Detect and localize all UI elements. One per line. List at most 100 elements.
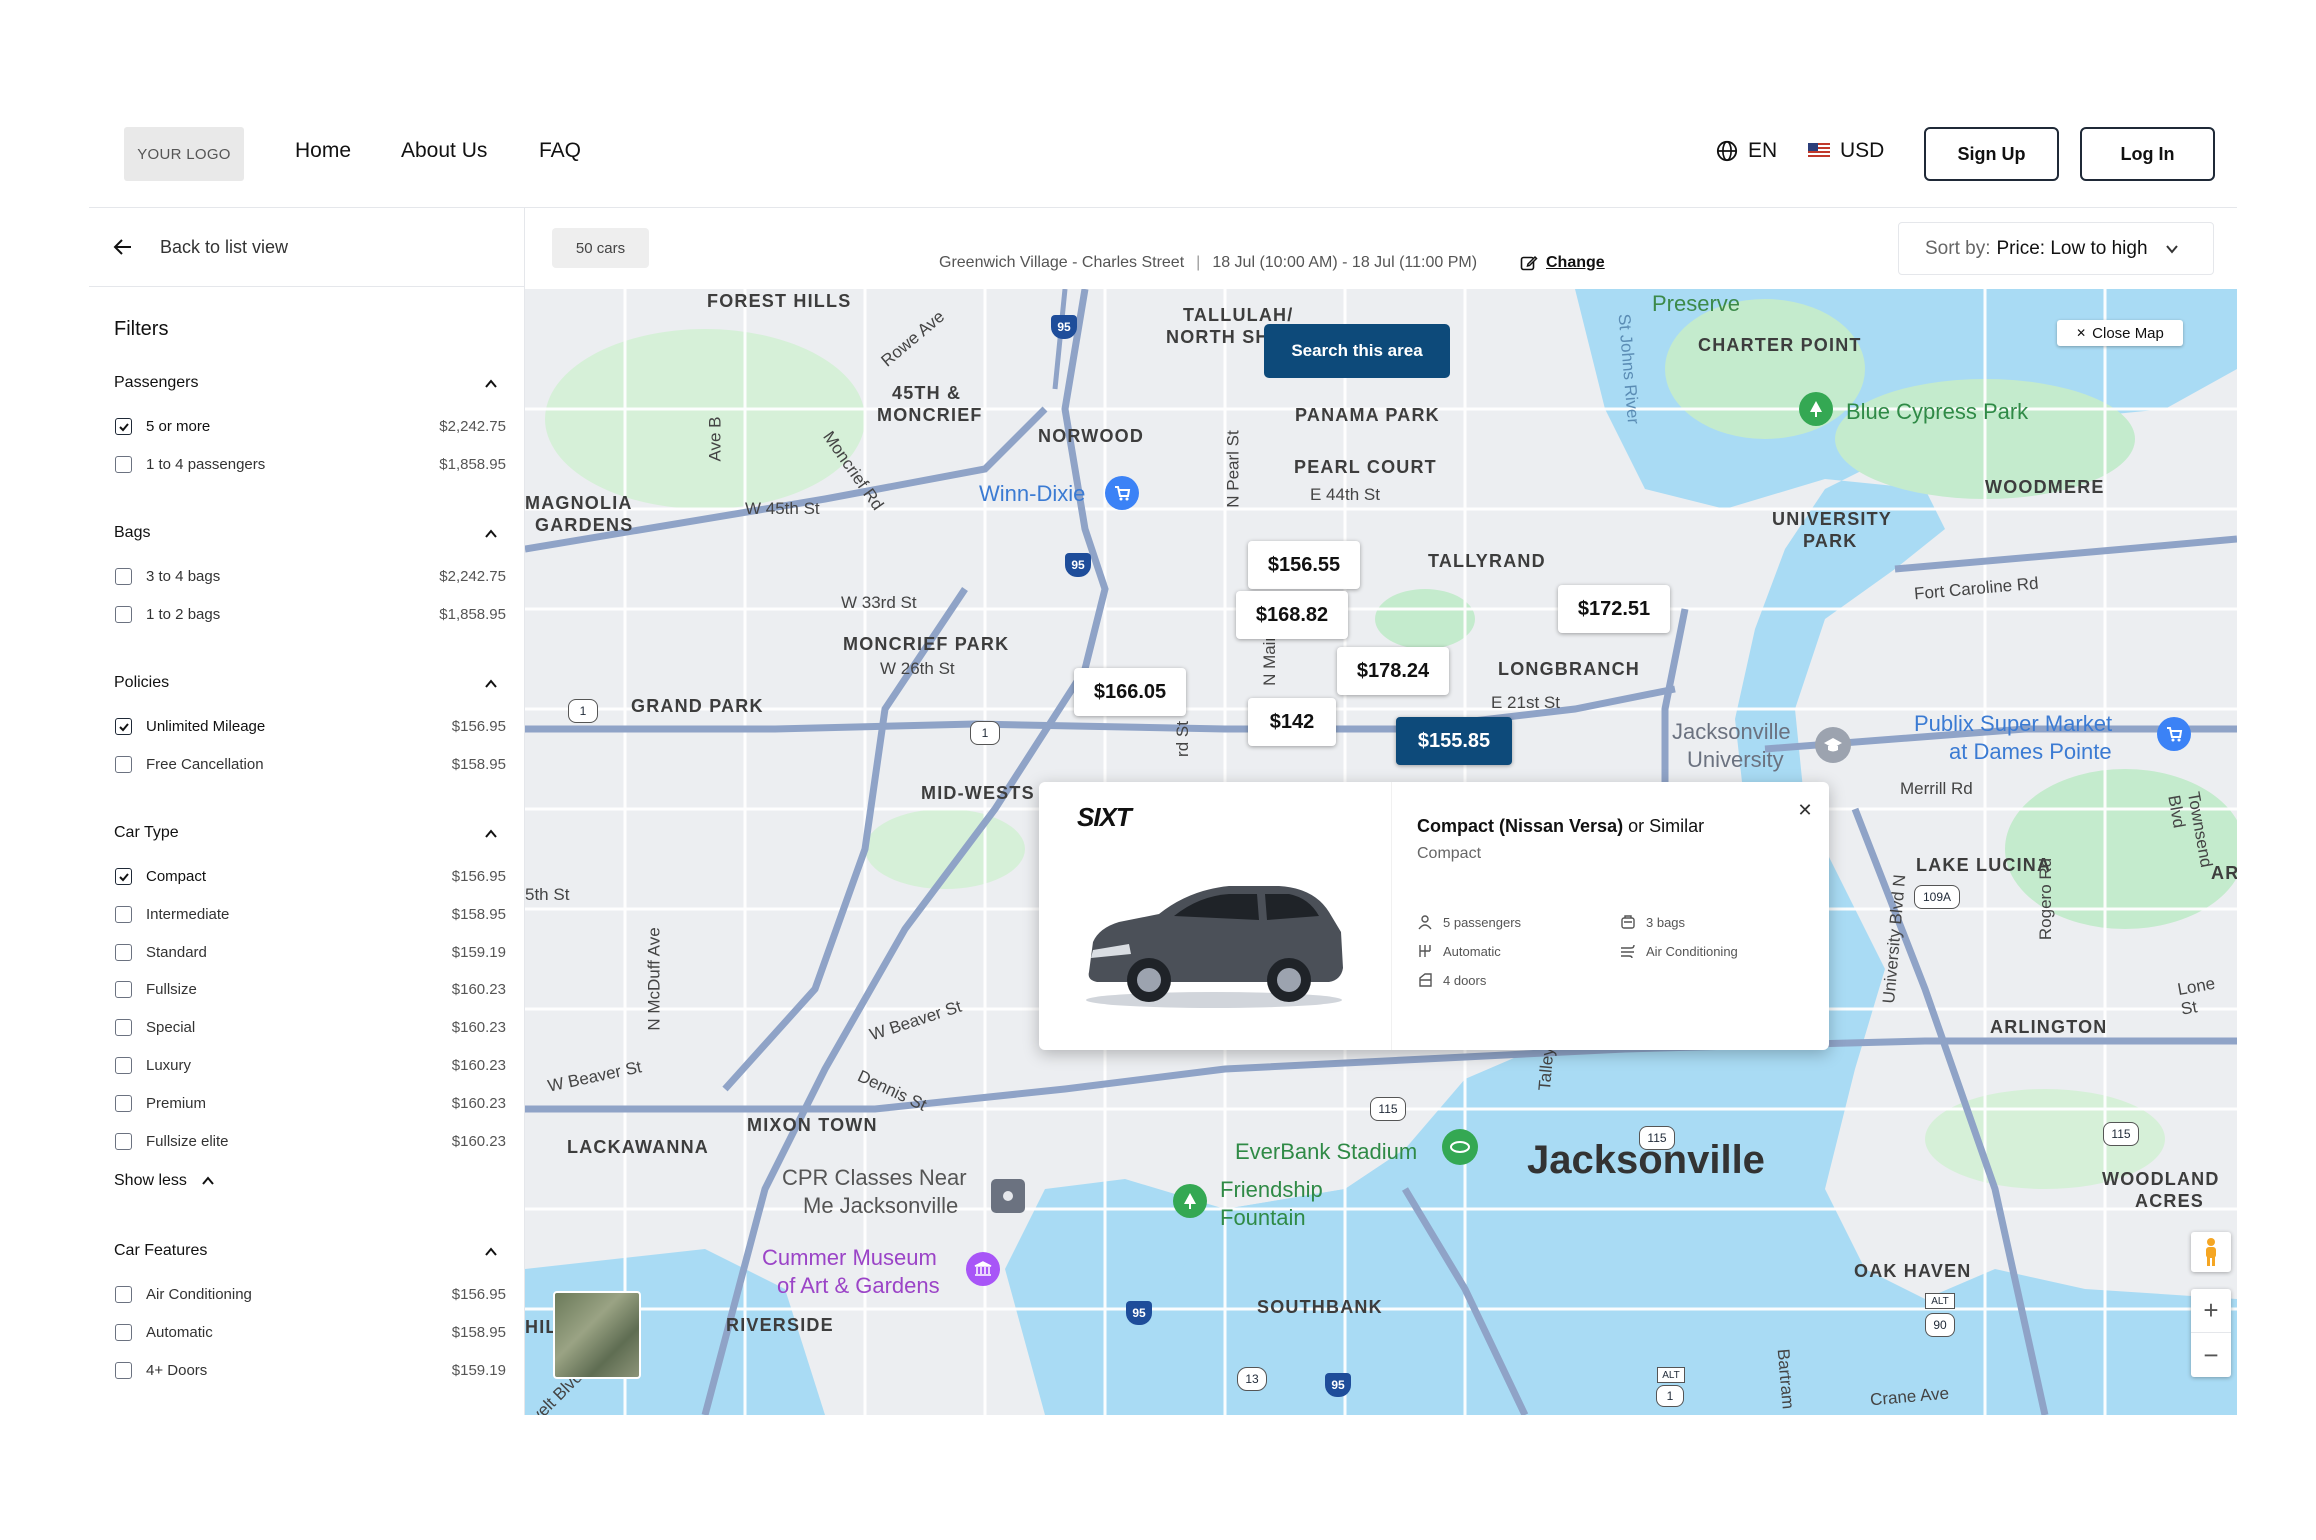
nav-home[interactable]: Home [295,139,351,163]
filter-option[interactable]: 4+ Doors $159.19 [114,1358,506,1382]
price-pin[interactable]: $156.55 [1248,541,1360,589]
filter-section-title-policies: Policies [114,674,170,691]
poi-cummer-museum[interactable]: Cummer Museum [762,1245,937,1271]
sort-dropdown[interactable]: Sort by: Price: Low to high [1898,222,2214,275]
filter-checkbox[interactable] [115,943,132,961]
poi-jacksonville[interactable]: Jacksonville [1672,719,1791,745]
close-card-button[interactable]: ✕ [1791,796,1819,824]
filter-checkbox[interactable] [115,718,132,735]
filter-checkbox[interactable] [115,1019,132,1037]
filter-checkbox[interactable] [115,868,132,885]
filter-option[interactable]: Special $160.23 [114,1015,506,1039]
stadium-icon[interactable] [1442,1129,1478,1165]
chevron-up-icon[interactable] [484,377,498,391]
filter-checkbox[interactable] [115,1323,132,1341]
shopping-cart-icon[interactable] [1105,476,1139,510]
filter-checkbox[interactable] [115,1361,132,1379]
back-to-list-view[interactable]: Back to list view [89,207,525,287]
poi-university[interactable]: University [1687,747,1784,773]
filter-checkbox[interactable] [115,568,132,585]
filter-checkbox[interactable] [115,1132,132,1150]
museum-icon[interactable] [966,1252,1000,1286]
filter-checkbox[interactable] [115,605,132,623]
filter-checkbox[interactable] [115,455,132,473]
poi-publix[interactable]: Publix Super Market [1914,711,2112,737]
filter-option[interactable]: 1 to 4 passengers $1,858.95 [114,452,506,476]
filter-option-price: $1,858.95 [439,455,506,473]
filter-option[interactable]: Fullsize elite $160.23 [114,1129,506,1153]
price-pin[interactable]: $178.24 [1337,647,1449,695]
chevron-up-icon[interactable] [484,827,498,841]
price-pin[interactable]: $172.51 [1558,585,1670,633]
shopping-cart-icon[interactable] [2157,717,2191,751]
filter-option[interactable]: Air Conditioning $156.95 [114,1282,506,1306]
car-details-card[interactable]: SIXT Compact (Nissan Versa) or Similar C… [1039,782,1829,1050]
filter-checkbox[interactable] [115,418,132,435]
poi-everbank-stadium[interactable]: EverBank Stadium [1235,1139,1417,1165]
poi-winn-dixie[interactable]: Winn-Dixie [979,481,1085,507]
log-in-button[interactable]: Log In [2080,127,2215,181]
car-similar: or Similar [1628,816,1705,836]
filter-checkbox[interactable] [115,981,132,999]
sign-up-button[interactable]: Sign Up [1924,127,2059,181]
chevron-up-icon[interactable] [484,527,498,541]
route-13-shield: 13 [1237,1367,1267,1391]
show-less-toggle[interactable]: Show less [114,1172,215,1190]
filter-option[interactable]: Unlimited Mileage $156.95 [114,714,506,738]
change-search-link[interactable]: Change [1520,254,1605,272]
filter-option-label: 5 or more [146,418,211,435]
price-pin-selected[interactable]: $155.85 [1396,717,1512,765]
filter-option[interactable]: 5 or more $2,242.75 [114,414,506,438]
filter-checkbox[interactable] [115,905,132,923]
poi-me-jacksonville[interactable]: Me Jacksonville [803,1193,958,1219]
nav-faq[interactable]: FAQ [539,139,581,163]
chevron-up-icon [202,1176,214,1185]
price-pin[interactable]: $166.05 [1074,668,1186,716]
price-pin[interactable]: $168.82 [1236,591,1348,639]
poi-cpr-classes[interactable]: CPR Classes Near [782,1165,967,1191]
filter-option[interactable]: Luxury $160.23 [114,1053,506,1077]
route-1-alt-shield: 1 [1656,1385,1684,1407]
poi-dames-pointe[interactable]: at Dames Pointe [1949,739,2112,765]
zoom-out-button[interactable]: − [2191,1333,2231,1377]
zoom-in-button[interactable]: + [2191,1289,2231,1333]
park-icon[interactable] [1173,1184,1207,1218]
poi-fountain[interactable]: Fountain [1220,1205,1306,1231]
currency-selector[interactable]: USD [1808,139,1884,163]
chevron-up-icon[interactable] [484,1245,498,1259]
filter-checkbox[interactable] [115,1057,132,1074]
language-selector[interactable]: EN [1716,139,1777,163]
filter-option-label: 4+ Doors [146,1361,208,1379]
arrow-left-icon [113,239,131,255]
logo[interactable]: YOUR LOGO [124,127,244,181]
satellite-view-toggle[interactable] [553,1291,641,1379]
location-marker-icon[interactable] [991,1179,1025,1213]
filter-option[interactable]: Intermediate $158.95 [114,902,506,926]
map-label-university: UNIVERSITY [1772,509,1893,529]
filter-option[interactable]: Standard $159.19 [114,940,506,964]
filter-option-price: $160.23 [451,981,506,999]
graduation-cap-icon[interactable] [1815,727,1851,763]
close-map-button[interactable]: ✕ Close Map [2057,320,2183,346]
filter-checkbox[interactable] [115,755,132,773]
filter-checkbox[interactable] [115,1094,132,1112]
chevron-up-icon[interactable] [484,677,498,691]
poi-blue-cypress-park[interactable]: Blue Cypress Park [1846,399,2028,425]
filter-option[interactable]: Compact $156.95 [114,864,506,888]
park-icon[interactable] [1799,392,1833,426]
street-view-pegman-icon[interactable] [2191,1232,2231,1272]
filter-option[interactable]: Premium $160.23 [114,1091,506,1115]
nav-about-us[interactable]: About Us [401,139,487,163]
poi-art-gardens[interactable]: of Art & Gardens [777,1273,940,1299]
filter-option[interactable]: Free Cancellation $158.95 [114,752,506,776]
filter-option[interactable]: 3 to 4 bags $2,242.75 [114,564,506,588]
us-flag-icon [1808,143,1830,159]
filter-option[interactable]: Fullsize $160.23 [114,977,506,1001]
filter-option-label: Fullsize elite [146,1132,229,1150]
price-pin[interactable]: $142 [1248,698,1336,746]
filter-checkbox[interactable] [115,1286,132,1303]
filter-option[interactable]: 1 to 2 bags $1,858.95 [114,602,506,626]
search-this-area-button[interactable]: Search this area [1264,324,1450,378]
poi-friendship[interactable]: Friendship [1220,1177,1323,1203]
filter-option[interactable]: Automatic $158.95 [114,1320,506,1344]
